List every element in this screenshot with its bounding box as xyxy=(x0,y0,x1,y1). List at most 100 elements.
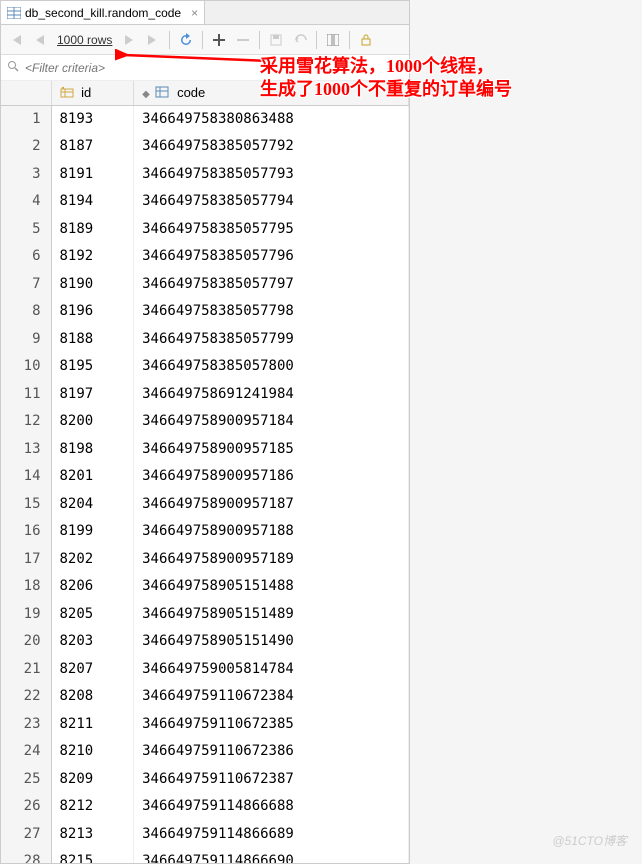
cell-id[interactable]: 8190 xyxy=(51,270,134,298)
table-row[interactable]: 98188346649758385057799 xyxy=(1,325,409,353)
cell-code[interactable]: 346649759114866689 xyxy=(134,820,409,848)
cell-id[interactable]: 8206 xyxy=(51,573,134,601)
last-page-icon[interactable] xyxy=(142,29,164,51)
table-row[interactable]: 28187346649758385057792 xyxy=(1,133,409,161)
cell-id[interactable]: 8194 xyxy=(51,188,134,216)
table-row[interactable]: 208203346649758905151490 xyxy=(1,628,409,656)
cell-id[interactable]: 8204 xyxy=(51,490,134,518)
cell-id[interactable]: 8187 xyxy=(51,133,134,161)
next-page-icon[interactable] xyxy=(118,29,140,51)
cell-id[interactable]: 8189 xyxy=(51,215,134,243)
cell-id[interactable]: 8207 xyxy=(51,655,134,683)
table-row[interactable]: 288215346649759114866690 xyxy=(1,848,409,864)
delete-row-icon[interactable] xyxy=(232,29,254,51)
table-row[interactable]: 128200346649758900957184 xyxy=(1,408,409,436)
table-row[interactable]: 268212346649759114866688 xyxy=(1,793,409,821)
table-row[interactable]: 218207346649759005814784 xyxy=(1,655,409,683)
table-row[interactable]: 148201346649758900957186 xyxy=(1,463,409,491)
table-row[interactable]: 78190346649758385057797 xyxy=(1,270,409,298)
cell-id[interactable]: 8196 xyxy=(51,298,134,326)
cell-id[interactable]: 8212 xyxy=(51,793,134,821)
prev-page-icon[interactable] xyxy=(29,29,51,51)
cell-code[interactable]: 346649758900957186 xyxy=(134,463,409,491)
cell-id[interactable]: 8205 xyxy=(51,600,134,628)
cell-code[interactable]: 346649758385057800 xyxy=(134,353,409,381)
table-row[interactable]: 68192346649758385057796 xyxy=(1,243,409,271)
cell-id[interactable]: 8203 xyxy=(51,628,134,656)
table-row[interactable]: 18193346649758380863488 xyxy=(1,105,409,133)
table-row[interactable]: 158204346649758900957187 xyxy=(1,490,409,518)
table-row[interactable]: 108195346649758385057800 xyxy=(1,353,409,381)
add-row-icon[interactable] xyxy=(208,29,230,51)
cell-code[interactable]: 346649758385057798 xyxy=(134,298,409,326)
cell-id[interactable]: 8215 xyxy=(51,848,134,864)
table-row[interactable]: 248210346649759110672386 xyxy=(1,738,409,766)
table-row[interactable]: 228208346649759110672384 xyxy=(1,683,409,711)
cell-id[interactable]: 8191 xyxy=(51,160,134,188)
cell-code[interactable]: 346649758385057797 xyxy=(134,270,409,298)
row-number-header[interactable] xyxy=(1,81,51,105)
cell-code[interactable]: 346649758385057796 xyxy=(134,243,409,271)
cell-code[interactable]: 346649758905151488 xyxy=(134,573,409,601)
cell-code[interactable]: 346649759114866690 xyxy=(134,848,409,864)
panels-icon[interactable] xyxy=(322,29,344,51)
cell-code[interactable]: 346649758385057799 xyxy=(134,325,409,353)
cell-code[interactable]: 346649758385057794 xyxy=(134,188,409,216)
cell-code[interactable]: 346649759110672384 xyxy=(134,683,409,711)
cell-code[interactable]: 346649758380863488 xyxy=(134,105,409,133)
cell-id[interactable]: 8188 xyxy=(51,325,134,353)
cell-code[interactable]: 346649758905151489 xyxy=(134,600,409,628)
close-icon[interactable]: × xyxy=(191,6,198,20)
cell-id[interactable]: 8192 xyxy=(51,243,134,271)
cell-code[interactable]: 346649758900957188 xyxy=(134,518,409,546)
table-row[interactable]: 258209346649759110672387 xyxy=(1,765,409,793)
cell-code[interactable]: 346649758900957189 xyxy=(134,545,409,573)
cell-id[interactable]: 8213 xyxy=(51,820,134,848)
save-icon[interactable] xyxy=(265,29,287,51)
cell-code[interactable]: 346649758691241984 xyxy=(134,380,409,408)
table-row[interactable]: 278213346649759114866689 xyxy=(1,820,409,848)
table-row[interactable]: 178202346649758900957189 xyxy=(1,545,409,573)
cell-id[interactable]: 8209 xyxy=(51,765,134,793)
table-row[interactable]: 188206346649758905151488 xyxy=(1,573,409,601)
table-row[interactable]: 38191346649758385057793 xyxy=(1,160,409,188)
cell-id[interactable]: 8193 xyxy=(51,105,134,133)
cell-code[interactable]: 346649759110672386 xyxy=(134,738,409,766)
cell-id[interactable]: 8210 xyxy=(51,738,134,766)
table-row[interactable]: 58189346649758385057795 xyxy=(1,215,409,243)
cell-id[interactable]: 8208 xyxy=(51,683,134,711)
table-row[interactable]: 138198346649758900957185 xyxy=(1,435,409,463)
column-header-id[interactable]: id xyxy=(51,81,134,105)
refresh-icon[interactable] xyxy=(175,29,197,51)
lock-icon[interactable] xyxy=(355,29,377,51)
cell-code[interactable]: 346649758385057792 xyxy=(134,133,409,161)
first-page-icon[interactable] xyxy=(5,29,27,51)
table-row[interactable]: 238211346649759110672385 xyxy=(1,710,409,738)
cell-id[interactable]: 8201 xyxy=(51,463,134,491)
cell-id[interactable]: 8197 xyxy=(51,380,134,408)
cell-id[interactable]: 8198 xyxy=(51,435,134,463)
table-row[interactable]: 88196346649758385057798 xyxy=(1,298,409,326)
cell-code[interactable]: 346649759005814784 xyxy=(134,655,409,683)
cell-code[interactable]: 346649758905151490 xyxy=(134,628,409,656)
table-row[interactable]: 48194346649758385057794 xyxy=(1,188,409,216)
table-row[interactable]: 168199346649758900957188 xyxy=(1,518,409,546)
cell-id[interactable]: 8199 xyxy=(51,518,134,546)
tab-active[interactable]: db_second_kill.random_code × xyxy=(1,1,205,24)
cell-code[interactable]: 346649758385057795 xyxy=(134,215,409,243)
cell-code[interactable]: 346649758900957187 xyxy=(134,490,409,518)
cell-code[interactable]: 346649759110672385 xyxy=(134,710,409,738)
cell-id[interactable]: 8200 xyxy=(51,408,134,436)
rows-count-label[interactable]: 1000 rows xyxy=(53,33,116,47)
cell-code[interactable]: 346649758900957185 xyxy=(134,435,409,463)
cell-code[interactable]: 346649759114866688 xyxy=(134,793,409,821)
revert-icon[interactable] xyxy=(289,29,311,51)
cell-id[interactable]: 8211 xyxy=(51,710,134,738)
cell-code[interactable]: 346649759110672387 xyxy=(134,765,409,793)
cell-id[interactable]: 8195 xyxy=(51,353,134,381)
cell-code[interactable]: 346649758385057793 xyxy=(134,160,409,188)
table-row[interactable]: 118197346649758691241984 xyxy=(1,380,409,408)
cell-id[interactable]: 8202 xyxy=(51,545,134,573)
cell-code[interactable]: 346649758900957184 xyxy=(134,408,409,436)
table-row[interactable]: 198205346649758905151489 xyxy=(1,600,409,628)
